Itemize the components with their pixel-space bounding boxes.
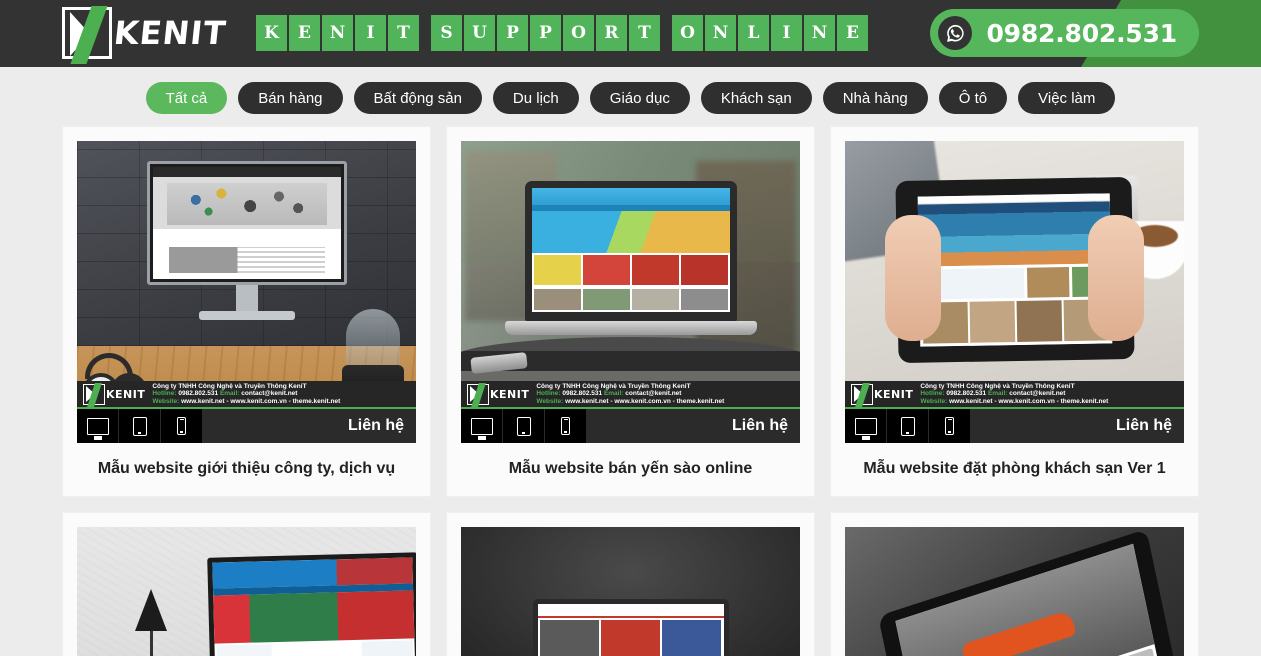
overlay-device-bar: Liên hệ	[845, 409, 1184, 443]
template-grid: KENIT Công ty TNHH Công Nghệ và Truyền T…	[0, 126, 1261, 656]
logo-wordmark: KENIT	[112, 14, 229, 52]
overlay-brand-bar: KENIT Công ty TNHH Công Nghệ và Truyền T…	[845, 381, 1184, 409]
banner-tile: N	[705, 15, 736, 51]
banner-word-2: S U P P O R T	[431, 15, 660, 51]
thumbnail-overlay: KENIT Công ty TNHH Công Nghệ và Truyền T…	[845, 381, 1184, 443]
banner-tile: U	[464, 15, 495, 51]
site-logo[interactable]: KENIT	[62, 6, 234, 60]
template-title[interactable]: Mẫu website đặt phòng khách sạn Ver 1	[845, 460, 1184, 482]
contact-link[interactable]: Liên hệ	[203, 409, 416, 443]
scene-framed-monitor-school	[77, 527, 416, 656]
overlay-brand: KENIT	[874, 387, 914, 401]
kenit-logo-icon	[851, 383, 873, 405]
banner-tile: L	[738, 15, 769, 51]
scene-tilted-tablet-car	[845, 527, 1184, 656]
kenit-logo-icon	[62, 7, 112, 59]
kenit-logo-icon	[467, 383, 489, 405]
banner-tile: O	[672, 15, 703, 51]
banner-word-3: O N L I N E	[672, 15, 868, 51]
template-title[interactable]: Mẫu website giới thiệu công ty, dịch vụ	[77, 460, 416, 482]
template-thumbnail[interactable]: KENIT Công ty TNHH Công Nghệ và Truyền T…	[845, 141, 1184, 443]
banner-tile: I	[355, 15, 386, 51]
phone-icon[interactable]	[929, 409, 971, 443]
phone-icon[interactable]	[545, 409, 587, 443]
hotline-badge[interactable]: 0982.802.531	[930, 9, 1199, 57]
template-card[interactable]	[446, 512, 815, 656]
tab-bat-dong-san[interactable]: Bất động sản	[353, 82, 482, 114]
tablet-icon[interactable]	[119, 409, 161, 443]
banner-tile: P	[497, 15, 528, 51]
overlay-website-line: Website: www.kenit.net - www.kenit.com.v…	[152, 397, 341, 405]
template-thumbnail[interactable]: KENIT Công ty TNHH Công Nghệ và Truyền T…	[77, 141, 416, 443]
template-card[interactable]	[62, 512, 431, 656]
banner-tile: P	[530, 15, 561, 51]
tab-giao-duc[interactable]: Giáo dục	[589, 82, 690, 114]
tab-nha-hang[interactable]: Nhà hàng	[822, 82, 928, 114]
desktop-icon[interactable]	[461, 409, 503, 443]
contact-link[interactable]: Liên hệ	[587, 409, 800, 443]
site-header: KENIT K E N I T S U P P O R T O N L I N …	[0, 0, 1261, 67]
overlay-company-line: Công ty TNHH Công Nghệ và Truyền Thông K…	[152, 382, 307, 390]
banner-tile: N	[804, 15, 835, 51]
tab-ban-hang[interactable]: Bán hàng	[238, 82, 343, 114]
banner-letter-tiles: K E N I T S U P P O R T O N L I N E	[256, 15, 868, 51]
overlay-contact-lines: Công ty TNHH Công Nghệ và Truyền Thông K…	[920, 383, 1108, 406]
banner-tile: T	[388, 15, 419, 51]
banner-tile: I	[771, 15, 802, 51]
template-card[interactable]: KENIT Công ty TNHH Công Nghệ và Truyền T…	[62, 126, 431, 497]
overlay-company-line: Công ty TNHH Công Nghệ và Truyền Thông K…	[920, 382, 1075, 390]
phone-bubble-icon	[938, 16, 973, 50]
banner-tile: E	[837, 15, 868, 51]
thumbnail-overlay: KENIT Công ty TNHH Công Nghệ và Truyền T…	[77, 381, 416, 443]
overlay-brand-bar: KENIT Công ty TNHH Công Nghệ và Truyền T…	[77, 381, 416, 409]
template-thumbnail[interactable]	[77, 527, 416, 656]
overlay-hotline-line: Hotline: 0982.802.531 Email: contact@ken…	[920, 390, 1066, 398]
overlay-contact-lines: Công ty TNHH Công Nghệ và Truyền Thông K…	[152, 383, 340, 406]
template-thumbnail[interactable]: KENIT Công ty TNHH Công Nghệ và Truyền T…	[461, 141, 800, 443]
banner-word-1: K E N I T	[256, 15, 419, 51]
overlay-website-line: Website: www.kenit.net - www.kenit.com.v…	[536, 397, 725, 405]
banner-tile: R	[596, 15, 627, 51]
overlay-website-line: Website: www.kenit.net - www.kenit.com.v…	[920, 397, 1109, 405]
template-card[interactable]: KENIT Công ty TNHH Công Nghệ và Truyền T…	[830, 126, 1199, 497]
overlay-hotline-line: Hotline: 0982.802.531 Email: contact@ken…	[152, 390, 298, 398]
phone-icon[interactable]	[161, 409, 203, 443]
tab-khach-san[interactable]: Khách sạn	[700, 82, 812, 114]
overlay-hotline-line: Hotline: 0982.802.531 Email: contact@ken…	[536, 390, 682, 398]
template-card[interactable]: KENIT Công ty TNHH Công Nghệ và Truyền T…	[446, 126, 815, 497]
template-thumbnail[interactable]	[845, 527, 1184, 656]
tab-o-to[interactable]: Ô tô	[938, 82, 1008, 114]
overlay-brand: KENIT	[106, 387, 146, 401]
overlay-contact-lines: Công ty TNHH Công Nghệ và Truyền Thông K…	[536, 383, 724, 406]
tab-du-lich[interactable]: Du lịch	[492, 82, 579, 114]
overlay-brand-bar: KENIT Công ty TNHH Công Nghệ và Truyền T…	[461, 381, 800, 409]
banner-tile: N	[322, 15, 353, 51]
hotline-number: 0982.802.531	[986, 18, 1177, 48]
template-title[interactable]: Mẫu website bán yến sào online	[461, 460, 800, 482]
contact-link[interactable]: Liên hệ	[971, 409, 1184, 443]
overlay-device-bar: Liên hệ	[77, 409, 416, 443]
desktop-icon[interactable]	[845, 409, 887, 443]
overlay-company-line: Công ty TNHH Công Nghệ và Truyền Thông K…	[536, 382, 691, 390]
overlay-device-bar: Liên hệ	[461, 409, 800, 443]
banner-tile: T	[629, 15, 660, 51]
kenit-logo-icon	[83, 383, 105, 405]
banner-tile: O	[563, 15, 594, 51]
banner-tile: S	[431, 15, 462, 51]
template-card[interactable]	[830, 512, 1199, 656]
tab-viec-lam[interactable]: Việc làm	[1018, 82, 1116, 114]
category-filter-bar: Tất cả Bán hàng Bất động sản Du lịch Giá…	[0, 67, 1261, 126]
banner-tile: K	[256, 15, 287, 51]
overlay-brand: KENIT	[490, 387, 530, 401]
desktop-icon[interactable]	[77, 409, 119, 443]
template-thumbnail[interactable]	[461, 527, 800, 656]
banner-tile: E	[289, 15, 320, 51]
scene-studio-monitor-news	[461, 527, 800, 656]
tablet-icon[interactable]	[503, 409, 545, 443]
thumbnail-overlay: KENIT Công ty TNHH Công Nghệ và Truyền T…	[461, 381, 800, 443]
tab-tat-ca[interactable]: Tất cả	[145, 82, 228, 114]
tablet-icon[interactable]	[887, 409, 929, 443]
